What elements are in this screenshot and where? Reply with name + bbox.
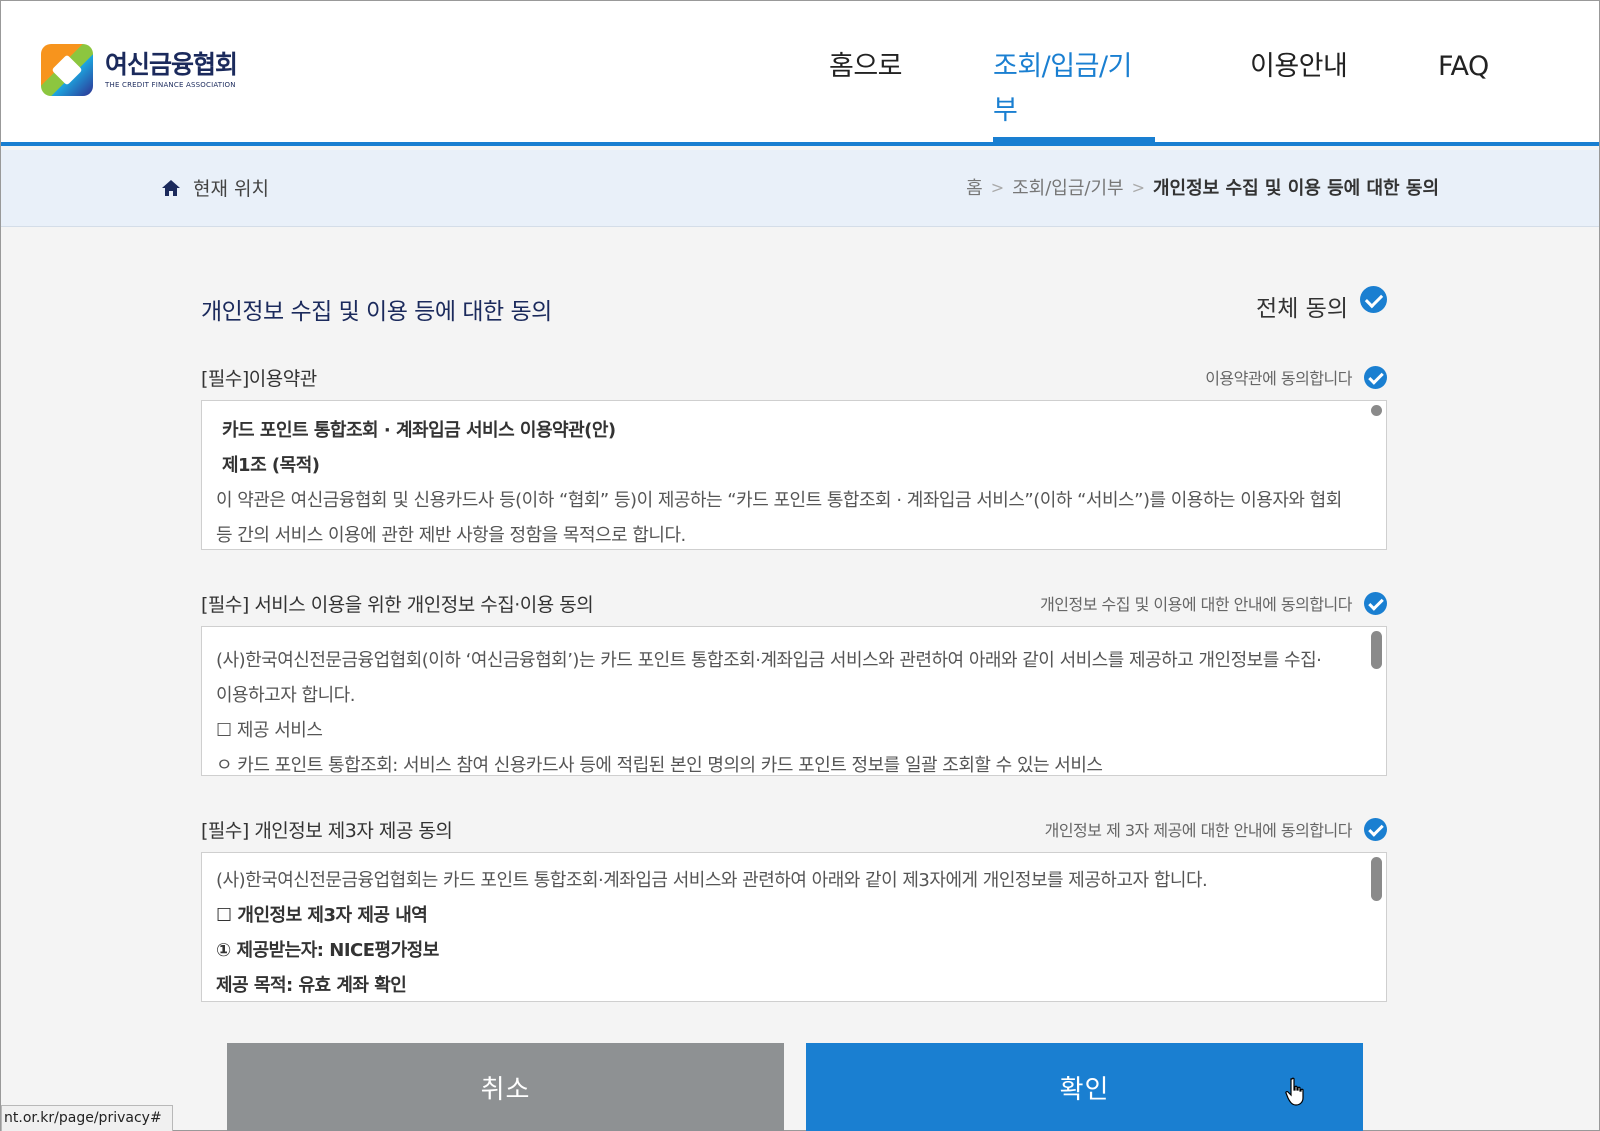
terms-text-box[interactable]: 카드 포인트 통합조회 · 계좌입금 서비스 이용약관(안) 제1조 (목적) … [201,400,1387,550]
privacy-collection-scrollbar[interactable] [1371,631,1382,771]
third-party-line: ☐ 개인정보 제3자 제공 내역 [216,905,428,926]
third-party-section: [필수] 개인정보 제3자 제공 동의 개인정보 제 3자 제공에 대한 안내에… [201,816,1387,1002]
breadcrumb: 홈 > 조회/입금/기부 > 개인정보 수집 및 이용 등에 대한 동의 [966,174,1439,200]
confirm-button[interactable]: 확인 [806,1043,1363,1131]
terms-check-icon[interactable] [1364,365,1387,389]
privacy-collection-agree-label: 개인정보 수집 및 이용에 대한 안내에 동의합니다 [1040,595,1352,614]
terms-agree-toggle[interactable]: 이용약관에 동의합니다 [1205,365,1387,389]
terms-line: 카드 포인트 통합조회 · 계좌입금 서비스 이용약관(안) [222,420,616,441]
all-agree-toggle[interactable]: 전체 동의 [1256,285,1387,323]
privacy-collection-check-icon[interactable] [1364,591,1387,615]
third-party-agree-toggle[interactable]: 개인정보 제 3자 제공에 대한 안내에 동의합니다 [1045,817,1387,841]
terms-line: 이 약관은 여신금융협회 및 신용카드사 등(이하 “협회” 등)이 제공하는 … [216,490,1342,511]
location-bar: 현재 위치 홈 > 조회/입금/기부 > 개인정보 수집 및 이용 등에 대한 … [1,150,1599,227]
terms-line: 등 간의 서비스 이용에 관한 제반 사항을 정함을 목적으로 합니다. [216,525,686,546]
privacy-collection-title: [필수] 서비스 이용을 위한 개인정보 수집·이용 동의 [201,593,594,616]
third-party-text-box[interactable]: (사)한국여신전문금융업협회는 카드 포인트 통합조회·계좌입금 서비스와 관련… [201,852,1387,1002]
all-agree-check-icon[interactable] [1360,285,1387,313]
terms-agree-label: 이용약관에 동의합니다 [1205,369,1352,388]
scroll-thumb[interactable] [1371,405,1382,416]
privacy-collection-text-box[interactable]: (사)한국여신전문금융업협회(이하 ‘여신금융협회’)는 카드 포인트 통합조회… [201,626,1387,776]
breadcrumb-current: 개인정보 수집 및 이용 등에 대한 동의 [1153,178,1439,199]
nav-inquiry-deposit-donation[interactable]: 조회/입금/기부 [993,45,1155,142]
terms-scrollbar[interactable] [1371,405,1382,545]
third-party-agree-label: 개인정보 제 3자 제공에 대한 안내에 동의합니다 [1044,821,1353,840]
cancel-button[interactable]: 취소 [227,1043,784,1131]
current-location: 현재 위치 [161,174,269,201]
site-header: 여신금융협회 THE CREDIT FINANCE ASSOCIATION 홈으… [1,1,1599,146]
nav-faq[interactable]: FAQ [1438,45,1489,142]
third-party-line: ① 제공받는자: NICE평가정보 [216,940,439,961]
terms-section: [필수]이용약관 이용약관에 동의합니다 카드 포인트 통합조회 · 계좌입금 … [201,364,1387,550]
nav-guide[interactable]: 이용안내 [1250,45,1348,142]
privacy-line: (사)한국여신전문금융업협회(이하 ‘여신금융협회’)는 카드 포인트 통합조회… [216,650,1322,671]
breadcrumb-separator: > [990,177,1005,197]
hand-cursor-icon [1284,1077,1308,1107]
privacy-line: ☐ 제공 서비스 [216,720,323,741]
scroll-thumb[interactable] [1371,631,1382,669]
location-label: 현재 위치 [193,178,269,200]
breadcrumb-home[interactable]: 홈 [966,174,983,200]
third-party-line: (사)한국여신전문금융업협회는 카드 포인트 통합조회·계좌입금 서비스와 관련… [216,870,1208,891]
all-agree-label: 전체 동의 [1256,296,1348,322]
status-url: nt.or.kr/page/privacy# [1,1105,173,1131]
terms-line: 제1조 (목적) [222,455,320,476]
main-nav: 홈으로 조회/입금/기부 이용안내 FAQ [1,45,1599,145]
privacy-collection-section: [필수] 서비스 이용을 위한 개인정보 수집·이용 동의 개인정보 수집 및 … [201,590,1387,776]
home-icon [161,178,181,198]
third-party-scrollbar[interactable] [1371,857,1382,997]
privacy-collection-agree-toggle[interactable]: 개인정보 수집 및 이용에 대한 안내에 동의합니다 [1040,591,1387,615]
privacy-line: ㅇ 카드 포인트 통합조회: 서비스 참여 신용카드사 등에 적립된 본인 명의… [216,755,1103,776]
breadcrumb-inquiry[interactable]: 조회/입금/기부 [1012,174,1124,200]
scroll-thumb[interactable] [1371,857,1382,901]
privacy-line: 이용하고자 합니다. [216,685,355,706]
third-party-title: [필수] 개인정보 제3자 제공 동의 [201,819,453,842]
breadcrumb-separator: > [1131,177,1145,197]
terms-title: [필수]이용약관 [201,367,317,390]
third-party-line: 제공 목적: 유효 계좌 확인 [216,975,407,996]
nav-home[interactable]: 홈으로 [829,45,903,142]
third-party-check-icon[interactable] [1364,817,1387,841]
page-title: 개인정보 수집 및 이용 등에 대한 동의 [201,299,552,325]
